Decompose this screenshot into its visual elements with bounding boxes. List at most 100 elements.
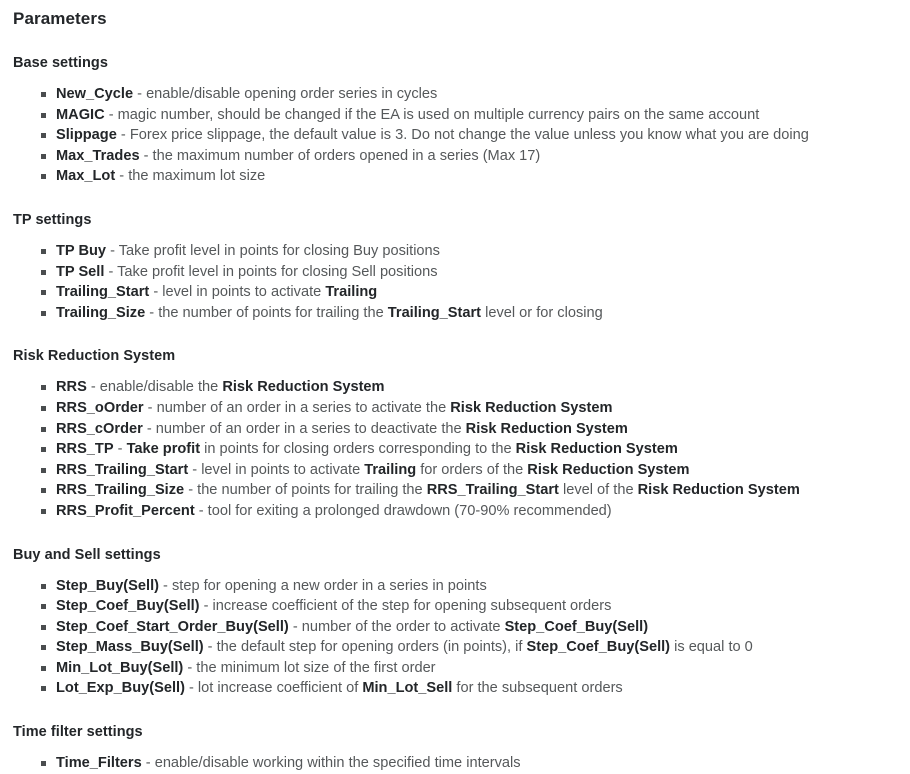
parameter-description: tool for exiting a prolonged drawdown (7… [208, 503, 612, 519]
description-text: increase coefficient of the step for ope… [212, 598, 612, 615]
square-bullet-icon [41, 447, 46, 453]
list-item: Min_Lot_Buy(Sell) - the minimum lot size… [13, 658, 910, 679]
parameter-separator: - [142, 420, 156, 437]
parameter-name: RRS_cOrder [56, 420, 143, 437]
description-text: the number of points for trailing the [158, 304, 388, 321]
parameter-name: Min_Lot_Buy(Sell) [56, 659, 184, 676]
parameter-list-base: New_Cycle - enable/disable opening order… [13, 84, 910, 187]
list-item: Lot_Exp_Buy(Sell) - lot increase coeffic… [13, 678, 910, 699]
list-item: TP Buy - Take profit level in points for… [13, 241, 910, 262]
parameter-description: the maximum lot size [128, 168, 265, 184]
parameter-description: number of an order in a series to deacti… [156, 421, 628, 437]
emphasised-term: Risk Reduction System [465, 420, 628, 437]
parameter-name: Step_Coef_Buy(Sell) [56, 598, 200, 615]
parameter-separator: - [113, 441, 127, 458]
emphasised-term: Take profit [126, 441, 201, 458]
sections-container: Base settings New_Cycle - enable/disable … [13, 53, 910, 774]
parameter-separator: - [203, 639, 217, 656]
parameter-separator: - [141, 755, 155, 772]
parameter-description: Take profit level in points for closing … [117, 264, 437, 280]
description-text: number of an order in a series to activa… [156, 399, 451, 416]
emphasised-term: Risk Reduction System [527, 461, 690, 478]
emphasised-term: Step_Coef_Buy(Sell) [526, 639, 671, 656]
parameter-description: level in points to activate Trailing for… [201, 462, 689, 478]
section-title-rrs: Risk Reduction System [13, 348, 176, 365]
description-text: level in points to activate [162, 284, 326, 301]
square-bullet-icon [41, 405, 46, 411]
parameter-name: RRS_Profit_Percent [56, 502, 195, 519]
square-bullet-icon [41, 604, 46, 610]
list-item: RRS_Trailing_Start - level in points to … [13, 460, 910, 481]
emphasised-term: RRS_Trailing_Start [426, 482, 559, 499]
parameter-description: Forex price slippage, the default value … [130, 127, 809, 143]
parameter-description: lot increase coefficient of Min_Lot_Sell… [198, 680, 623, 696]
section-title-buysell: Buy and Sell settings [13, 546, 161, 563]
parameter-separator: - [188, 461, 202, 478]
parameter-separator: - [183, 659, 197, 676]
square-bullet-icon [41, 467, 46, 473]
section-buysell: Buy and Sell settings Step_Buy(Sell) - st… [13, 545, 910, 700]
parameter-list-buysell: Step_Buy(Sell) - step for opening a new … [13, 576, 910, 700]
emphasised-term: Trailing [364, 461, 417, 478]
square-bullet-icon [41, 248, 46, 254]
parameter-name: Max_Trades [56, 147, 140, 164]
list-item: Step_Buy(Sell) - step for opening a new … [13, 576, 910, 597]
section-title-time: Time filter settings [13, 724, 143, 741]
parameter-separator: - [159, 577, 172, 594]
list-item: Time_Filters - enable/disable working wi… [13, 753, 910, 774]
list-item: Step_Mass_Buy(Sell) - the default step f… [13, 637, 910, 658]
parameter-name: Trailing_Start [56, 284, 150, 301]
list-item: RRS - enable/disable the Risk Reduction … [13, 377, 910, 398]
list-item: Trailing_Size - the number of points for… [13, 303, 910, 324]
emphasised-term: Trailing_Start [387, 304, 482, 321]
parameter-description: Take profit level in points for closing … [119, 243, 440, 259]
description-text: the default step for opening orders (in … [216, 639, 527, 656]
description-text: is equal to 0 [670, 639, 753, 656]
parameter-name: Slippage [56, 127, 117, 144]
square-bullet-icon [41, 426, 46, 432]
description-text: the maximum lot size [128, 168, 266, 185]
description-text: for orders of the [416, 461, 528, 478]
parameter-separator: - [184, 680, 198, 697]
parameter-separator: - [139, 147, 153, 164]
description-text: Take profit level in points for closing … [117, 263, 438, 280]
parameter-name: RRS_oOrder [56, 399, 144, 416]
parameter-separator: - [145, 304, 159, 321]
parameter-name: Step_Coef_Start_Order_Buy(Sell) [56, 618, 289, 635]
parameter-list-time: Time_Filters - enable/disable working wi… [13, 753, 910, 774]
square-bullet-icon [41, 310, 46, 316]
list-item: RRS_cOrder - number of an order in a ser… [13, 419, 910, 440]
description-text: tool for exiting a prolonged drawdown (7… [207, 502, 612, 519]
list-item: RRS_TP - Take profit in points for closi… [13, 439, 910, 460]
parameter-name: RRS_Trailing_Size [56, 482, 185, 499]
parameter-separator: - [184, 482, 198, 499]
parameter-description: step for opening a new order in a series… [172, 578, 487, 594]
parameter-separator: - [115, 168, 129, 185]
page-title: Parameters [13, 9, 107, 28]
parameter-separator: - [199, 598, 213, 615]
parameter-name: RRS [56, 379, 87, 396]
parameter-separator: - [86, 379, 100, 396]
parameter-name: Trailing_Size [56, 304, 146, 321]
parameter-name: Max_Lot [56, 168, 116, 185]
description-text: level or for closing [481, 304, 603, 321]
parameter-description: number of an order in a series to activa… [157, 400, 613, 416]
description-text: in points for closing orders correspondi… [200, 441, 516, 458]
square-bullet-icon [41, 153, 46, 159]
list-item: Trailing_Start - level in points to acti… [13, 282, 910, 303]
square-bullet-icon [41, 112, 46, 118]
description-text: enable/disable opening order series in c… [146, 86, 438, 102]
parameter-name: RRS_Trailing_Start [56, 461, 189, 478]
description-text: the minimum lot size of the first order [196, 659, 436, 676]
emphasised-term: Risk Reduction System [222, 379, 385, 396]
square-bullet-icon [41, 645, 46, 651]
parameter-description: magic number, should be changed if the E… [118, 107, 760, 123]
list-item: RRS_oOrder - number of an order in a ser… [13, 398, 910, 419]
description-text: level in points to activate [201, 461, 365, 478]
list-item: New_Cycle - enable/disable opening order… [13, 84, 910, 105]
parameter-separator: - [133, 86, 147, 102]
document-body: Parameters Base settings New_Cycle - enab… [0, 0, 910, 774]
section-rrs: Risk Reduction System RRS - enable/disabl… [13, 346, 910, 521]
square-bullet-icon [41, 624, 46, 630]
parameter-name: Step_Buy(Sell) [56, 577, 159, 594]
